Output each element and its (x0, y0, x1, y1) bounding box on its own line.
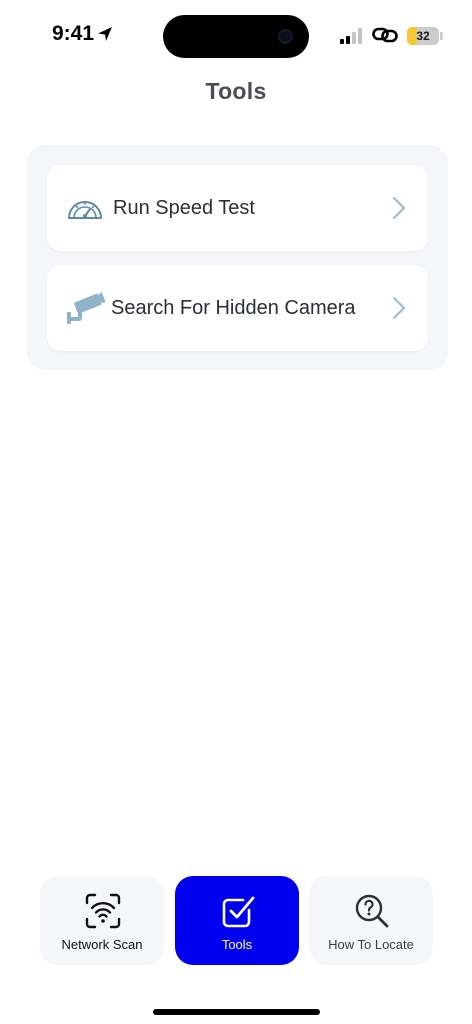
tab-network-scan[interactable]: Network Scan (40, 876, 164, 965)
home-indicator[interactable] (153, 1009, 320, 1015)
tab-tools[interactable]: Tools (175, 876, 299, 965)
magnifier-question-icon (355, 894, 389, 928)
status-bar: 9:41 32 (0, 0, 472, 70)
tab-bar: Network Scan Tools How To Locate (40, 876, 433, 966)
chevron-right-icon (393, 297, 405, 319)
tool-label: Search For Hidden Camera (111, 297, 356, 319)
page-title: Tools (205, 78, 267, 104)
tab-label: How To Locate (328, 937, 414, 952)
security-camera-icon (67, 291, 105, 324)
search-hidden-camera-button[interactable]: Search For Hidden Camera (47, 265, 428, 351)
battery-icon: 32 (407, 27, 439, 45)
tools-panel: Run Speed Test Search For Hidden Camera (27, 145, 448, 370)
battery-level: 32 (416, 29, 430, 43)
tab-label: Network Scan (61, 937, 143, 952)
signal-icon (340, 28, 362, 44)
tool-label: Run Speed Test (113, 197, 255, 219)
camera-lens-icon (278, 29, 293, 44)
checkbox-icon (222, 896, 255, 928)
dynamic-island (163, 15, 309, 58)
wifi-scan-icon (85, 893, 121, 929)
chevron-right-icon (393, 197, 405, 219)
status-time: 9:41 (52, 22, 95, 45)
link-icon (372, 27, 398, 43)
tab-how-to-locate[interactable]: How To Locate (309, 876, 433, 965)
location-arrow-icon (98, 27, 112, 41)
tab-label: Tools (221, 937, 253, 952)
run-speed-test-button[interactable]: Run Speed Test (47, 165, 428, 251)
battery-tip (440, 32, 443, 40)
speedometer-icon (68, 201, 102, 219)
